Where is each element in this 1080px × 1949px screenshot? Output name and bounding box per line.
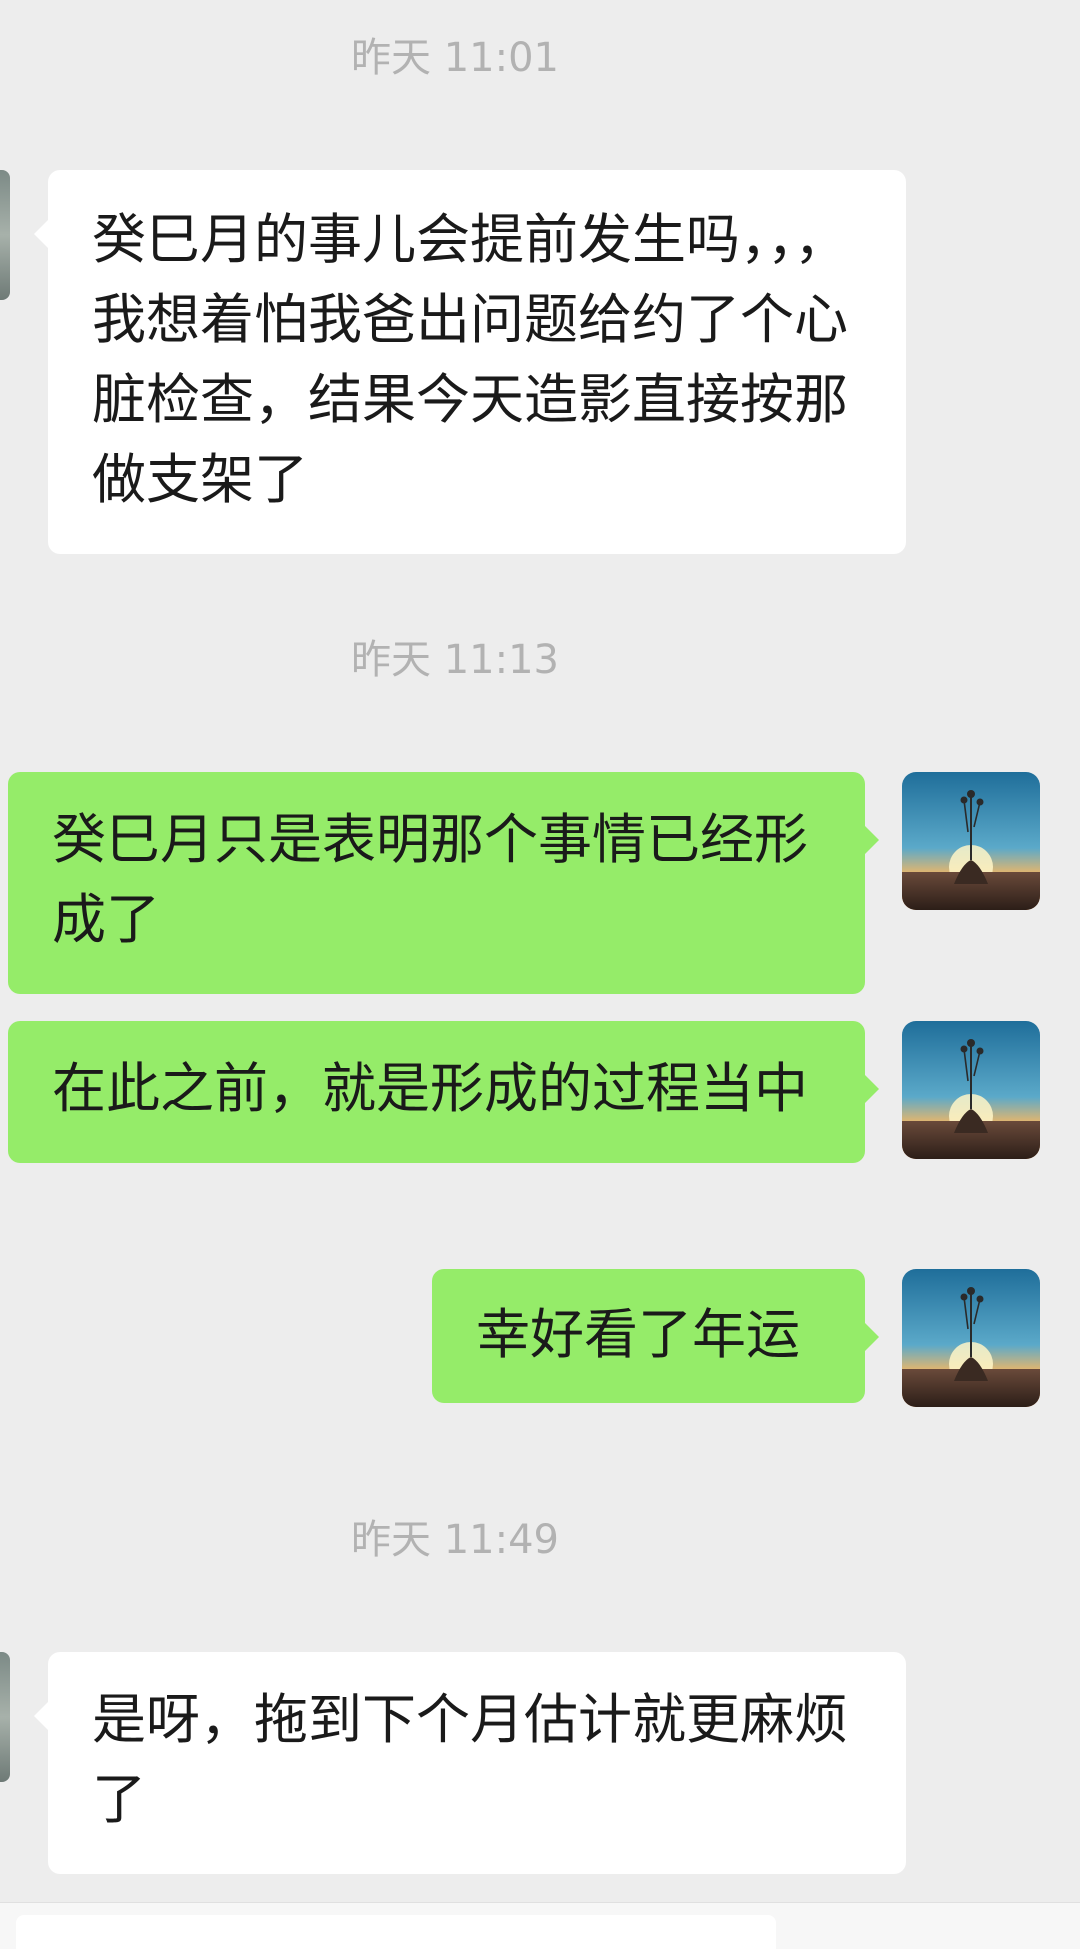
avatar-sunset-hand-icon [902,1021,1040,1159]
outgoing-message[interactable]: 在此之前，就是形成的过程当中 [8,1021,879,1163]
user-avatar[interactable] [902,1269,1040,1407]
avatar-sunset-hand-icon [902,772,1040,910]
timestamp: 昨天 11:49 [351,1517,559,1563]
user-avatar[interactable] [902,1021,1040,1159]
timestamp: 昨天 11:01 [351,35,559,81]
timestamp: 昨天 11:13 [351,637,559,683]
contact-avatar[interactable] [0,170,10,300]
avatar-sunset-hand-icon [902,1269,1040,1407]
incoming-message[interactable]: 癸巳月的事儿会提前发生吗，，，我想着怕我爸出问题给约了个心脏检查，结果今天造影直… [34,170,906,554]
contact-avatar[interactable] [0,1652,10,1782]
message-input[interactable] [16,1915,776,1949]
incoming-message[interactable]: 是呀，拖到下个月估计就更麻烦了 [34,1652,906,1874]
chat-history: 昨天 11:01 癸巳月的事儿会提前发生吗，，，我想着怕我爸出问题给约了个心脏检… [0,0,1080,1949]
user-avatar[interactable] [902,772,1040,910]
input-bar [0,1902,1080,1949]
outgoing-message[interactable]: 癸巳月只是表明那个事情已经形成了 [8,772,879,994]
outgoing-message[interactable]: 幸好看了年运 [432,1269,879,1403]
